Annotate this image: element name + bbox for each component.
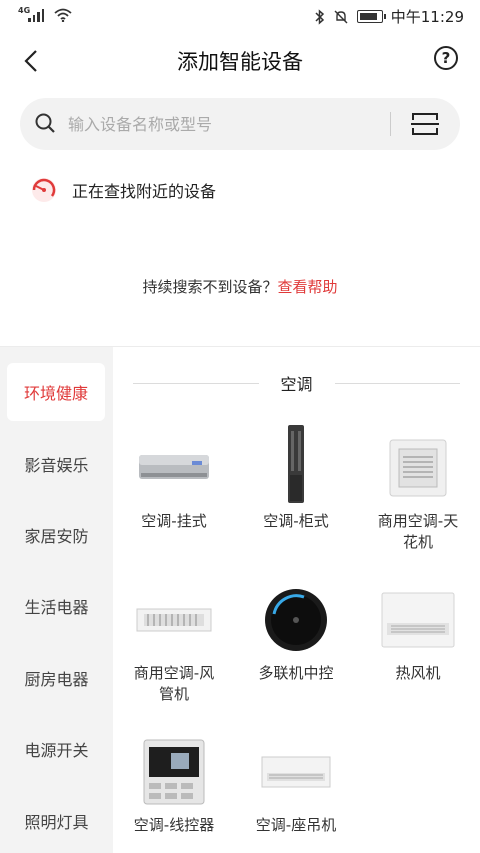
radar-icon	[32, 178, 56, 202]
help-hint-text: 持续搜索不到设备？	[142, 278, 278, 296]
device-content: 空调 空调-挂式 空调-柜式 商用空调-天 花机 商用空调-风 管机 多联机中控…	[113, 347, 480, 853]
category-environment-health[interactable]: 环境健康	[7, 363, 105, 421]
central-controller-icon	[265, 589, 327, 651]
device-name: 商用空调-天 花机	[377, 512, 459, 551]
view-help-link[interactable]: 查看帮助	[278, 278, 338, 296]
device-item[interactable]: 空调-挂式	[113, 433, 235, 553]
help-button[interactable]: ?	[434, 46, 458, 70]
wired-controller-icon	[143, 739, 205, 805]
device-item[interactable]: 空调-座吊机	[235, 737, 357, 847]
signal-icon	[28, 8, 44, 22]
device-name: 空调-挂式	[141, 512, 207, 530]
status-bar: 4G 中午11:29	[0, 0, 480, 34]
search-divider	[390, 112, 391, 136]
scan-button[interactable]	[408, 110, 442, 138]
help-icon: ?	[441, 49, 451, 67]
device-name: 空调-柜式	[263, 512, 329, 530]
header: 添加智能设备 ?	[0, 34, 480, 88]
device-item[interactable]: 商用空调-风 管机	[113, 585, 235, 715]
battery-icon	[356, 10, 386, 23]
category-home-appliances[interactable]: 生活电器	[0, 577, 113, 635]
bluetooth-icon	[315, 8, 324, 25]
wall-ac-icon	[139, 455, 209, 479]
category-kitchen-appliances[interactable]: 厨房电器	[0, 649, 113, 707]
wifi-icon	[54, 8, 72, 22]
search-box[interactable]	[20, 98, 460, 150]
search-icon	[35, 113, 55, 133]
device-name: 商用空调-风 管机	[133, 664, 215, 703]
device-item[interactable]: 多联机中控	[235, 585, 357, 705]
device-name: 空调-座吊机	[255, 816, 337, 834]
category-sidebar: 环境健康 影音娱乐 家居安防 生活电器 厨房电器 电源开关 照明灯具	[0, 347, 113, 853]
device-item[interactable]: 商用空调-天 花机	[357, 433, 479, 563]
device-name: 热风机	[395, 664, 441, 682]
status-time: 中午11:29	[390, 8, 464, 26]
scan-icon	[411, 113, 439, 135]
ceiling-floor-ac-icon	[261, 756, 331, 788]
scan-status-text: 正在查找附近的设备	[72, 182, 217, 201]
page-title: 添加智能设备	[177, 50, 303, 74]
section-header: 空调	[133, 371, 461, 395]
cassette-ac-icon	[389, 439, 447, 497]
category-home-security[interactable]: 家居安防	[0, 506, 113, 564]
device-item[interactable]: 空调-柜式	[235, 425, 357, 553]
device-item[interactable]: 空调-线控器	[113, 737, 235, 847]
search-input[interactable]	[68, 110, 388, 138]
category-power-switch[interactable]: 电源开关	[0, 720, 113, 778]
scan-status: 正在查找附近的设备	[30, 176, 216, 204]
help-hint: 持续搜索不到设备？查看帮助	[0, 276, 480, 297]
heater-icon	[381, 592, 455, 648]
tower-ac-icon	[288, 425, 304, 503]
device-item[interactable]: 热风机	[357, 585, 479, 705]
device-name: 空调-线控器	[133, 816, 215, 834]
mute-bell-icon	[334, 10, 348, 23]
section-title: 空调	[280, 375, 313, 394]
category-lighting[interactable]: 照明灯具	[0, 792, 113, 850]
network-type: 4G	[18, 6, 31, 15]
category-audio-video[interactable]: 影音娱乐	[0, 435, 113, 493]
device-name: 多联机中控	[258, 664, 334, 682]
duct-ac-icon	[136, 608, 212, 632]
